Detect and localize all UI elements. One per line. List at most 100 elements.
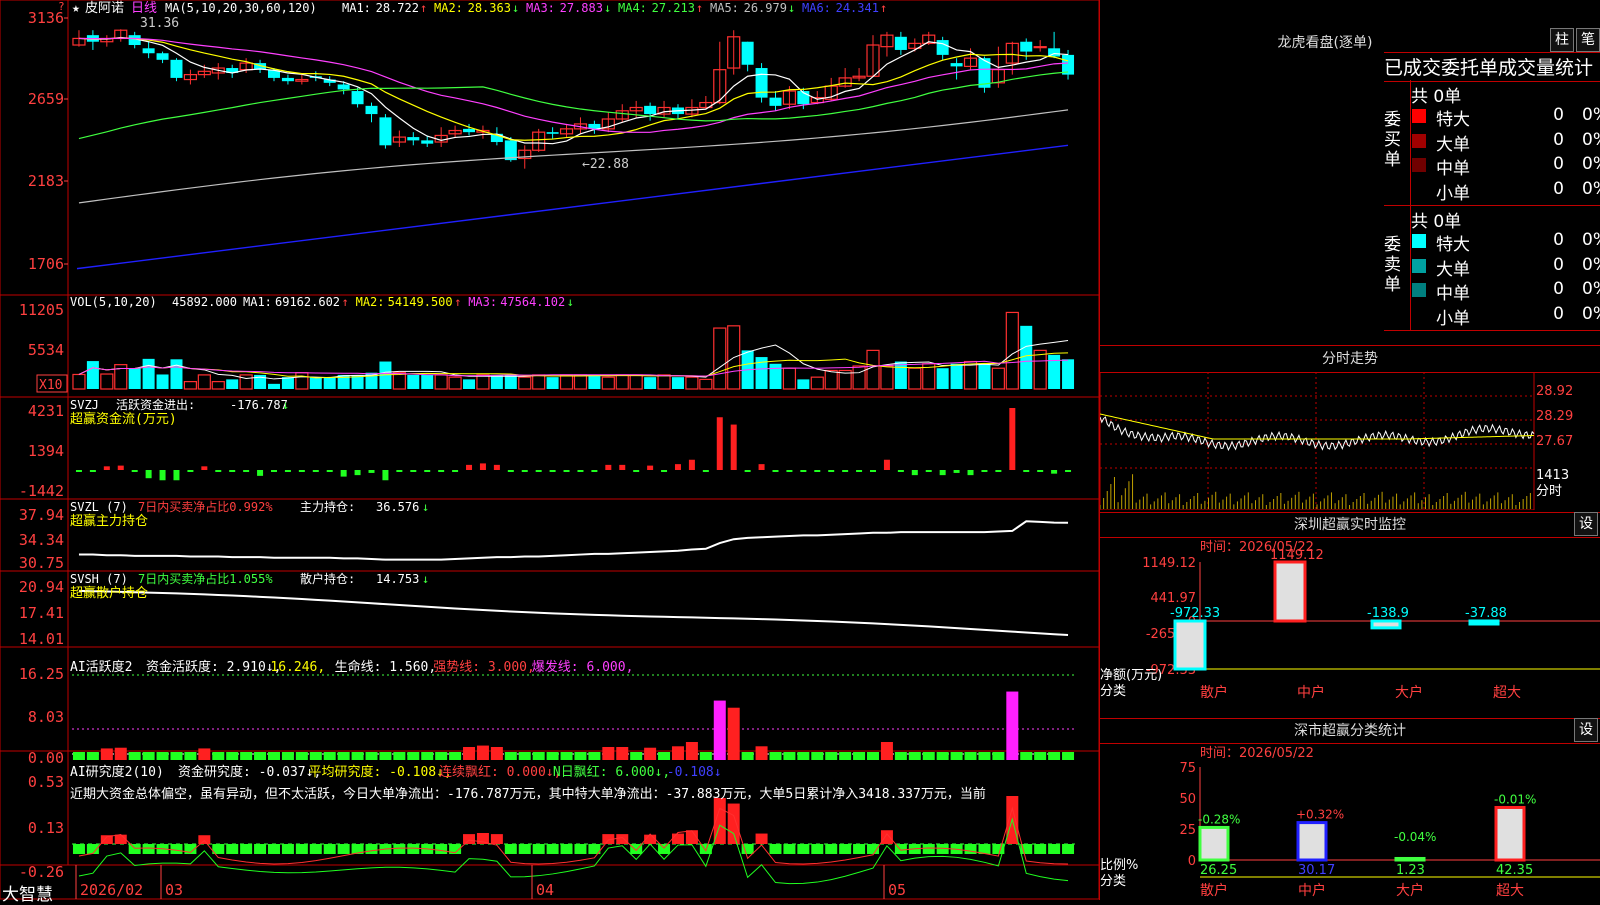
stock-name: 皮阿诺: [85, 1, 124, 16]
tab-volume-stats[interactable]: 成交量统计: [1498, 57, 1593, 79]
candle-body: [379, 117, 392, 146]
buy-row-0: 特大 0 0%: [1412, 104, 1600, 130]
tab-filled[interactable]: 已成交: [1384, 57, 1441, 79]
sz-monitor-settings-button[interactable]: 设: [1574, 512, 1598, 536]
sz-class-bar: [1494, 805, 1526, 862]
sz-class-value: 1.23: [1396, 863, 1425, 878]
ai-active-bar: [671, 746, 684, 760]
ai-active-bar: [1062, 752, 1075, 760]
order-label: 中单: [1436, 284, 1470, 304]
flow-bar: [103, 466, 110, 470]
ai-active-bars: [72, 674, 1075, 760]
svsh-tick: 17.41: [19, 604, 64, 622]
order-count: 0: [1553, 105, 1564, 125]
volume-bar: [546, 377, 559, 389]
ai-active-bar: [72, 752, 85, 760]
svzl-arrow: ↓: [422, 500, 429, 514]
ai-active-bar: [560, 752, 573, 760]
price-tick: 2183: [28, 172, 64, 190]
volume-bar: [963, 360, 978, 390]
research-tick: -0.26: [19, 863, 64, 881]
flow-bar: [410, 470, 417, 472]
ai-active-bar: [978, 752, 991, 760]
color-swatch: [1412, 258, 1426, 273]
flow-bar: [647, 465, 654, 470]
color-swatch: [1412, 158, 1426, 172]
ai-active-bar: [421, 752, 434, 760]
flow-bar: [883, 459, 890, 470]
intraday-vol-tick: 1413: [1536, 468, 1569, 483]
svzj-name: SVZJ: [70, 398, 99, 412]
sz-class-time: 时间：2026/05/22: [1200, 746, 1314, 761]
ai-active-bar: [463, 747, 476, 760]
flow-bar: [326, 470, 333, 472]
flow-bar: [800, 470, 807, 472]
vol-ma-value: 54149.500: [388, 295, 453, 309]
flow-bar: [730, 424, 737, 470]
sz-class-header: 深市超赢分类统计: [1100, 718, 1600, 744]
ai-active-bar: [867, 752, 880, 760]
ai-active-bar: [839, 752, 852, 760]
color-swatch: [1412, 133, 1426, 148]
volume-bar: [434, 374, 448, 390]
volume-bar: [950, 363, 963, 389]
order-count: 0: [1553, 178, 1564, 199]
svsh-desc: 散户持仓:: [300, 571, 355, 586]
svsh-tick: 14.01: [19, 630, 64, 648]
volume-bar: [852, 365, 866, 390]
ma-label: MA3:: [526, 1, 555, 15]
sz-class-settings-button[interactable]: 设: [1574, 718, 1598, 742]
detail-mode-button[interactable]: 笔: [1576, 28, 1600, 52]
research-bar: [518, 844, 531, 854]
ai-active-bar: [685, 742, 698, 760]
research-bar: [323, 844, 336, 854]
color-swatch: [1412, 283, 1426, 297]
sz-class-value: 26.25: [1200, 863, 1237, 878]
sz-monitor-value: -972.33: [1170, 606, 1220, 621]
svzl-tick: 34.34: [19, 531, 64, 549]
vol-ma-value: 69162.602: [275, 295, 340, 309]
flow-bar: [786, 470, 793, 472]
research-line: [78, 806, 1069, 865]
ma-arrow: ↓: [512, 1, 519, 15]
tab-orders[interactable]: 委托单: [1441, 57, 1498, 79]
flow-bar: [856, 470, 863, 472]
flow-bar: [605, 464, 612, 470]
ma-label: MA5:: [710, 1, 739, 15]
flow-bar: [298, 470, 305, 472]
ai-active-bar: [894, 752, 907, 760]
sz-class-change: -0.01%: [1494, 792, 1536, 806]
ma-value: 27.213: [652, 1, 695, 15]
ai-active-bar: [295, 752, 308, 760]
svsh-pct: 7日内买卖净占比1.055%: [138, 571, 273, 586]
flow-bar: [340, 470, 347, 477]
research-bar: [254, 844, 267, 854]
flow-bar: [939, 470, 946, 476]
candle-body: [365, 105, 378, 115]
bar-mode-button[interactable]: 柱: [1550, 28, 1574, 52]
candle-body: [156, 53, 169, 60]
volume-bar: [504, 374, 517, 389]
buy-row-3: 小单 0 0%: [1412, 178, 1600, 204]
ai-research-name: AI研究度2(10): [70, 764, 164, 780]
flow-bar: [772, 470, 779, 472]
price-tick: 1706: [28, 255, 64, 273]
intraday-chart[interactable]: 28.92 28.29 27.67 1413分时: [1100, 372, 1600, 510]
volume-bar: [685, 376, 699, 390]
ai-active-bar: [449, 752, 462, 760]
ai-active-bar: [727, 707, 740, 760]
volume-bar: [782, 367, 797, 390]
vol-ma-label: MA3:: [468, 295, 497, 309]
flow-bar: [354, 470, 361, 476]
volume-bar: [239, 374, 253, 390]
kline-chart-area[interactable]: 3136265921831706?31.36←22.88★ 皮阿诺 日线 MA(5,1…: [0, 0, 1100, 900]
svzj-desc: 活跃资金进出:: [116, 397, 195, 412]
candle-body: [894, 36, 907, 50]
ai-active-bar: [546, 752, 559, 760]
ai-active-bar: [658, 752, 671, 760]
sell-row-0: 特大 0 0%: [1412, 229, 1600, 255]
volume-bar: [211, 381, 225, 390]
candle-body: [337, 84, 350, 90]
flow-bar: [633, 470, 640, 472]
svsh-arrow: ↓: [422, 572, 429, 586]
